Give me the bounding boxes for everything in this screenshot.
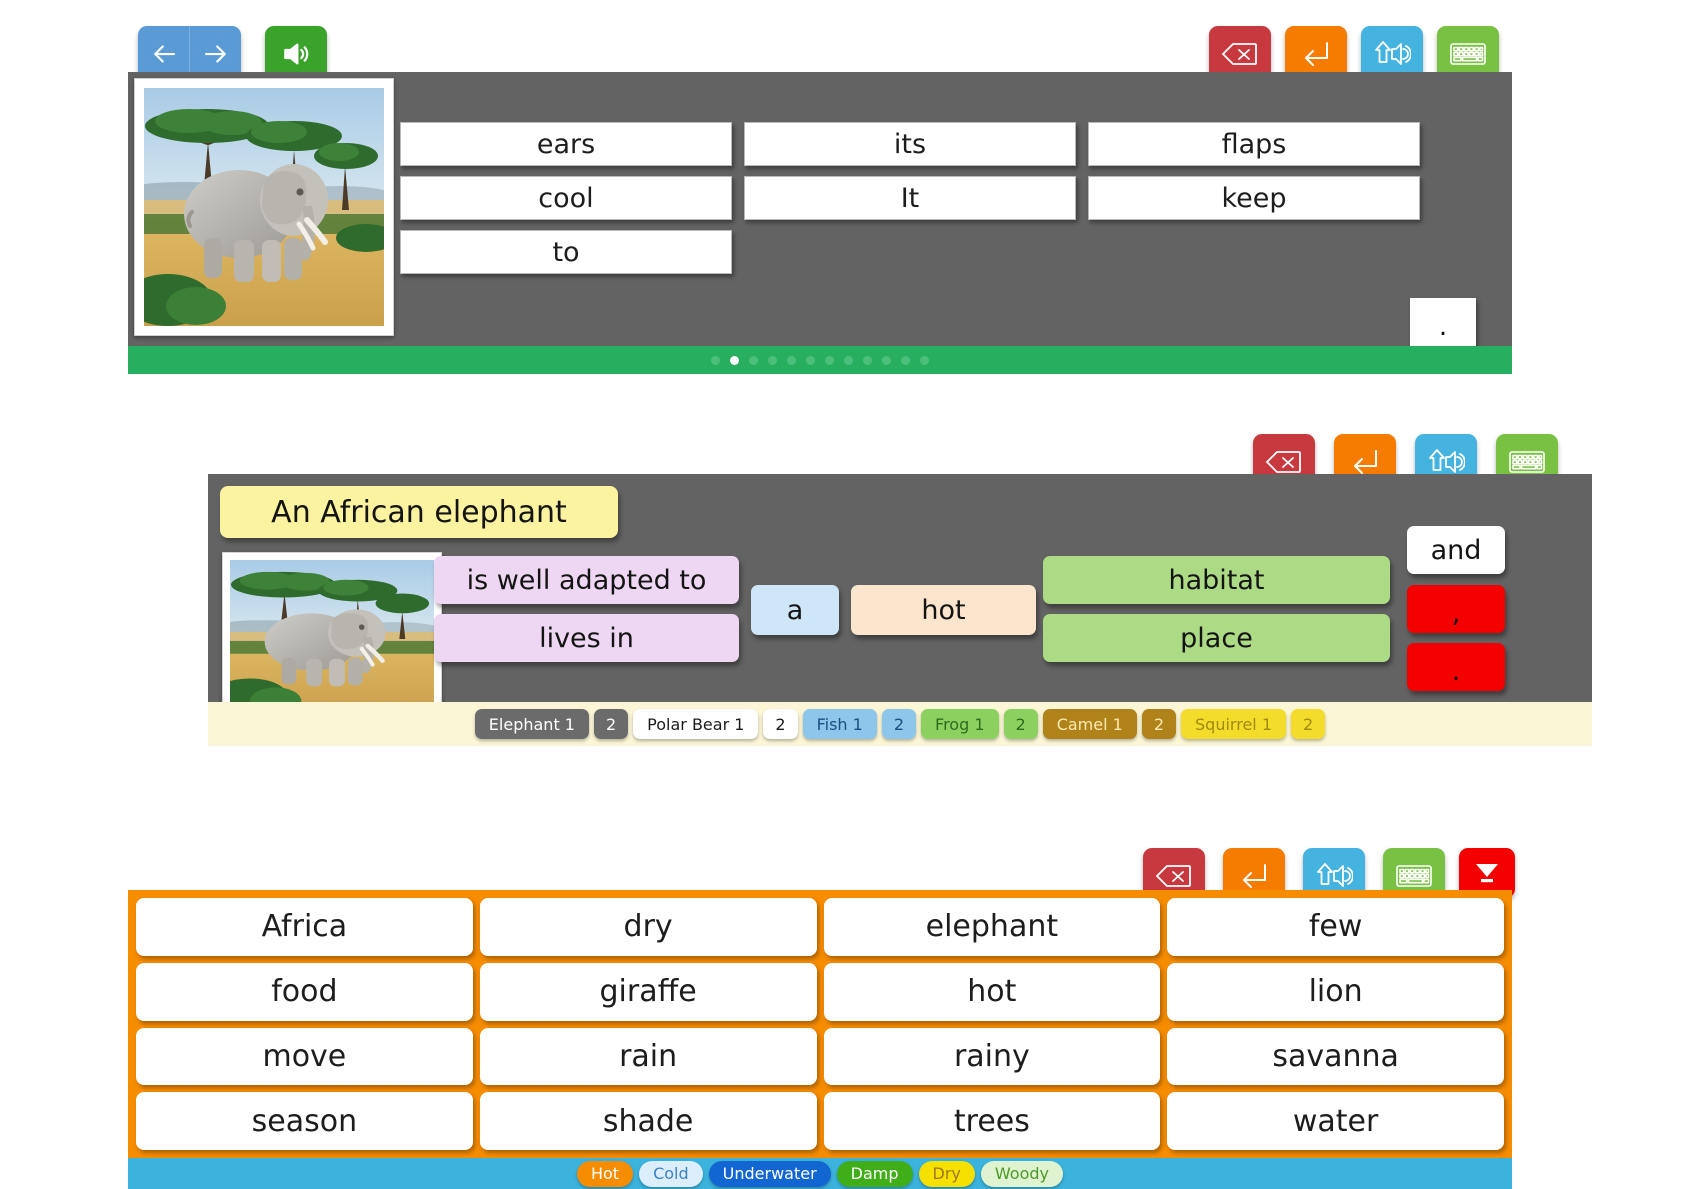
sentence-tile-noun-2[interactable]: place [1043,614,1390,662]
panel-pagination-bar [128,346,1512,374]
read-aloud-icon [1429,449,1465,473]
backspace-icon [1155,865,1191,887]
pagination-dot[interactable] [863,355,872,365]
habitat-chip[interactable]: Cold [639,1160,703,1187]
grid-word-card[interactable]: elephant [823,898,1161,956]
animal-tab[interactable]: Frog 1 [921,709,999,739]
grid-word-card[interactable]: hot [823,962,1161,1021]
habitat-chip[interactable]: Dry [918,1160,975,1187]
grid-word-card[interactable]: food [136,962,473,1021]
sentence-tile-conjunction[interactable]: and [1407,526,1505,574]
habitat-chip[interactable]: Damp [836,1160,913,1187]
habitat-bar[interactable]: Hot Cold Underwater Damp Dry Woody [128,1158,1512,1189]
pagination-dot[interactable] [882,355,891,365]
elephant-illustration [144,88,384,326]
sentence-tile-period[interactable]: . [1407,643,1505,691]
animal-tab[interactable]: 2 [763,709,798,739]
grid-word-card[interactable]: move [136,1027,473,1086]
sentence-tile-noun-1[interactable]: habitat [1043,556,1390,604]
grid-word-card[interactable]: few [1167,898,1504,956]
sentence-tile-phrase-2[interactable]: lives in [434,614,739,662]
backspace-icon [1265,451,1301,473]
animal-tab[interactable]: Elephant 1 [474,709,589,739]
grid-word-card[interactable]: water [1167,1092,1504,1150]
grid-word-card[interactable]: season [136,1092,473,1150]
word-card[interactable]: to [400,230,732,274]
animal-tab[interactable]: 2 [881,709,917,739]
enter-icon [1243,864,1266,888]
grid-word-card[interactable]: trees [823,1092,1161,1150]
word-card[interactable]: flaps [1088,122,1420,166]
elephant-image [144,88,384,326]
comma-glyph: , [1451,597,1461,629]
animal-tab[interactable]: 2 [1141,709,1177,739]
pagination-dot[interactable] [825,355,834,365]
elephant-image [230,560,434,712]
sentence-tile-comma[interactable]: , [1407,585,1505,633]
pagination-dot[interactable] [787,355,796,365]
grid-word-card[interactable]: Africa [136,898,473,956]
grid-word-card[interactable]: shade [479,1092,817,1150]
pagination-dots[interactable] [711,355,929,365]
animal-tab[interactable]: 2 [593,709,629,739]
animal-tab[interactable]: Fish 1 [802,709,877,739]
elephant-image-frame [222,552,442,720]
word-card[interactable]: ears [400,122,732,166]
pagination-dot[interactable] [901,355,910,365]
collapse-icon [1476,864,1498,883]
sentence-tile-article[interactable]: a [751,585,839,635]
pagination-dot[interactable] [806,355,815,365]
pagination-dot[interactable] [844,355,853,365]
word-card[interactable]: keep [1088,176,1420,220]
app-root: ears its flaps cool It keep to . An Afri… [0,0,1700,1189]
sentence-tile-phrase-1[interactable]: is well adapted to [434,556,739,604]
backspace-icon [1221,43,1257,65]
panel-word-grid: Africa dry elephant few food giraffe hot lion mo… [128,890,1512,1158]
keyboard-icon [1450,43,1486,65]
habitat-chip[interactable]: Underwater [708,1160,831,1187]
word-card-grid: ears its flaps cool It keep to [400,122,1420,274]
pagination-dot[interactable] [730,355,739,365]
animal-tab[interactable]: 2 [1003,709,1038,739]
animal-tab[interactable]: Squirrel 1 [1181,709,1286,739]
read-aloud-icon [1317,863,1353,887]
habitat-chip[interactable]: Hot [576,1160,634,1187]
word-card[interactable]: cool [400,176,732,220]
sentence-tile-adjective[interactable]: hot [851,585,1036,635]
keyboard-icon [1396,865,1432,887]
word-card[interactable]: its [744,122,1076,166]
grid-word-card[interactable]: rainy [823,1027,1161,1086]
grid-word-card[interactable]: savanna [1167,1027,1504,1086]
animal-tab[interactable]: Camel 1 [1042,709,1137,739]
animal-tab[interactable]: Polar Bear 1 [633,709,759,739]
pagination-dot[interactable] [768,355,777,365]
elephant-illustration [230,560,434,712]
back-arrow-icon [153,45,175,63]
enter-icon [1354,450,1377,474]
animal-tab[interactable]: 2 [1291,709,1326,739]
sentence-subject-tile[interactable]: An African elephant [220,486,618,538]
keyboard-icon [1509,451,1545,473]
pagination-dot[interactable] [920,355,929,365]
panel-word-bank: ears its flaps cool It keep to . [128,72,1512,374]
grid-word-card[interactable]: dry [479,898,817,956]
animal-tab-bar[interactable]: Elephant 1 2 Polar Bear 1 2 Fish 1 2 Frog 1 2 Ca… [208,702,1592,746]
elephant-image-frame [134,78,394,336]
grid-word-card[interactable]: lion [1167,962,1504,1021]
grid-word-card[interactable]: giraffe [479,962,817,1021]
pagination-dot[interactable] [711,355,720,365]
grid-word-card[interactable]: rain [479,1027,817,1086]
pagination-dot[interactable] [749,355,758,365]
period-glyph: . [1451,655,1461,687]
word-card[interactable]: It [744,176,1076,220]
speaker-icon [284,43,309,65]
panel-sentence-builder: An African elephant is well adapted to l… [208,474,1592,746]
habitat-chip[interactable]: Woody [980,1160,1063,1187]
forward-arrow-icon [204,45,226,63]
read-aloud-icon [1375,41,1411,65]
word-grid: Africa dry elephant few food giraffe hot lion mo… [136,898,1504,1150]
enter-icon [1305,42,1328,66]
